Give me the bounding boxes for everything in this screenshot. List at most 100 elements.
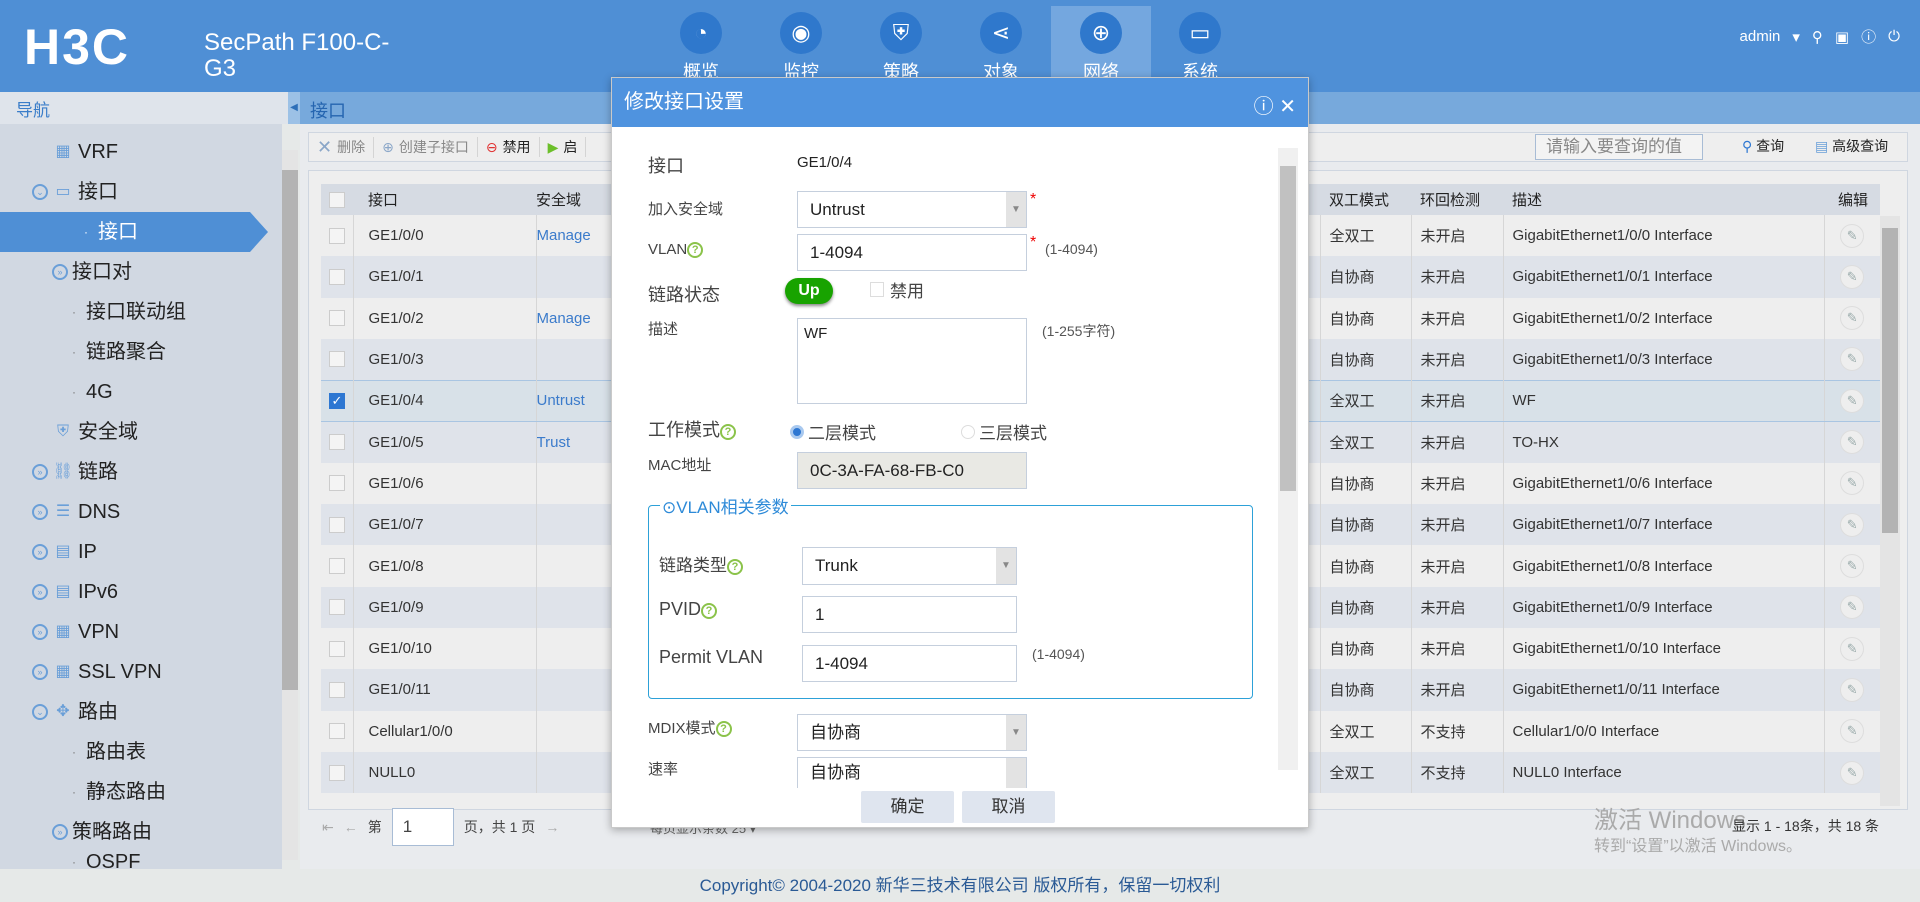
edit-icon[interactable]: ✎ bbox=[1840, 636, 1865, 661]
edit-icon[interactable]: ✎ bbox=[1840, 471, 1865, 496]
edit-icon[interactable]: ✎ bbox=[1840, 595, 1865, 620]
description-textarea[interactable]: WF bbox=[797, 318, 1027, 404]
permit-vlan-input[interactable]: 1-4094 bbox=[802, 645, 1017, 682]
col-interface[interactable]: 接口 bbox=[353, 184, 536, 215]
pvid-input[interactable]: 1 bbox=[802, 596, 1017, 633]
edit-icon[interactable]: ✎ bbox=[1840, 677, 1865, 702]
row-checkbox[interactable] bbox=[321, 669, 354, 711]
edit-icon[interactable]: ✎ bbox=[1840, 430, 1865, 455]
table-scroll-thumb[interactable] bbox=[1882, 228, 1898, 533]
dropdown-arrow-icon[interactable]: ▼ bbox=[1006, 715, 1026, 750]
disable-button[interactable]: ⊖ 禁用 bbox=[478, 137, 540, 157]
cell-interface: GE1/0/11 bbox=[353, 669, 537, 711]
sidebar-item[interactable]: » ☰ DNS bbox=[32, 492, 120, 532]
edit-icon[interactable]: ✎ bbox=[1840, 719, 1865, 744]
row-checkbox[interactable] bbox=[321, 627, 354, 670]
sidebar-item[interactable]: » 策略路由 bbox=[52, 812, 152, 852]
row-checkbox[interactable] bbox=[321, 421, 354, 463]
next-page-icon[interactable]: → bbox=[545, 819, 559, 835]
row-checkbox[interactable] bbox=[321, 338, 354, 381]
user-menu[interactable]: admin bbox=[1740, 28, 1781, 45]
zone-select[interactable]: Untrust ▼ bbox=[797, 191, 1027, 228]
edit-icon[interactable]: ✎ bbox=[1840, 223, 1865, 248]
row-checkbox[interactable] bbox=[321, 462, 354, 505]
edit-icon[interactable]: ✎ bbox=[1840, 554, 1865, 579]
help-icon[interactable]: ? bbox=[727, 559, 743, 575]
col-duplex[interactable]: 双工模式 bbox=[1320, 184, 1411, 215]
create-subinterface-button[interactable]: ⊕ 创建子接口 bbox=[374, 137, 478, 157]
cancel-button[interactable]: 取消 bbox=[962, 791, 1055, 823]
collapse-sidebar-icon[interactable]: ◀ bbox=[288, 92, 300, 124]
disable-checkbox[interactable]: 禁用 bbox=[870, 277, 924, 302]
row-checkbox[interactable] bbox=[321, 215, 354, 257]
sidebar-scroll-thumb[interactable] bbox=[282, 170, 298, 690]
sidebar-item[interactable]: » ▤ IPv6 bbox=[32, 572, 118, 612]
query-button[interactable]: ⚲ 查询 bbox=[1742, 136, 1784, 156]
help-icon[interactable]: ? bbox=[720, 424, 736, 440]
edit-icon[interactable]: ✎ bbox=[1840, 760, 1865, 785]
logout-icon[interactable]: ⏻ bbox=[1888, 28, 1900, 45]
sidebar-item[interactable]: ⛨ 安全域 bbox=[52, 412, 138, 452]
page-input[interactable]: 1 bbox=[391, 808, 454, 846]
sidebar-item[interactable]: » ▦ VPN bbox=[32, 612, 119, 652]
cell-description: GigabitEthernet1/0/7 Interface bbox=[1503, 504, 1825, 546]
sidebar-item[interactable]: · 接口联动组 bbox=[72, 292, 186, 332]
radio-layer3[interactable]: 三层模式 bbox=[961, 419, 1047, 444]
sidebar-item[interactable]: ▦ VRF bbox=[52, 132, 118, 172]
speed-select[interactable]: 自协商 bbox=[797, 757, 1027, 788]
ok-button[interactable]: 确定 bbox=[861, 791, 954, 823]
sidebar-item[interactable]: » ▦ SSL VPN bbox=[32, 652, 162, 692]
vlan-input[interactable]: 1-4094 bbox=[797, 234, 1027, 271]
sidebar-item[interactable]: · 静态路由 bbox=[72, 772, 166, 812]
help-icon[interactable]: ? bbox=[687, 242, 704, 258]
first-page-icon[interactable]: ⇤ bbox=[322, 819, 334, 836]
edit-icon[interactable]: ✎ bbox=[1840, 347, 1865, 372]
row-checkbox[interactable] bbox=[321, 297, 354, 339]
dropdown-arrow-icon[interactable] bbox=[1006, 758, 1026, 788]
search-icon[interactable]: ⚲ bbox=[1812, 28, 1823, 46]
row-checkbox[interactable] bbox=[321, 710, 354, 752]
row-checkbox[interactable] bbox=[321, 504, 354, 546]
row-checkbox[interactable] bbox=[321, 751, 354, 794]
sidebar-item[interactable]: · 链路聚合 bbox=[72, 332, 166, 372]
mdix-select[interactable]: 自协商 ▼ bbox=[797, 714, 1027, 751]
sidebar-item[interactable]: · 路由表 bbox=[72, 732, 146, 772]
caret-down-icon[interactable]: ▾ bbox=[1792, 28, 1800, 46]
globe-icon: ⊕ bbox=[1080, 12, 1122, 54]
search-input[interactable]: 请输入要查询的值 bbox=[1535, 134, 1703, 160]
row-checkbox[interactable] bbox=[321, 256, 354, 298]
help-icon[interactable]: ? bbox=[715, 721, 732, 737]
help-icon[interactable]: ⓘ bbox=[1254, 96, 1274, 118]
row-checkbox[interactable] bbox=[321, 586, 354, 628]
edit-icon[interactable]: ✎ bbox=[1840, 264, 1865, 289]
sidebar-item[interactable]: · 接口 bbox=[0, 212, 268, 252]
sidebar-item[interactable]: » 接口对 bbox=[52, 252, 132, 292]
sidebar-item[interactable]: » ⛓ 链路 bbox=[32, 452, 118, 492]
help-icon[interactable]: ⓘ bbox=[1861, 26, 1876, 47]
sidebar-item[interactable]: » ▤ IP bbox=[32, 532, 97, 572]
sidebar-item[interactable]: ⌄ ▭ 接口 bbox=[32, 172, 118, 212]
help-icon[interactable]: ? bbox=[701, 603, 718, 619]
dropdown-arrow-icon[interactable]: ▼ bbox=[1006, 192, 1026, 227]
sidebar-item[interactable]: ⌄ ✥ 路由 bbox=[32, 692, 118, 732]
link-type-select[interactable]: Trunk ▼ bbox=[802, 547, 1017, 585]
dropdown-arrow-icon[interactable]: ▼ bbox=[996, 548, 1016, 584]
edit-icon[interactable]: ✎ bbox=[1840, 306, 1865, 331]
dialog-scroll-thumb[interactable] bbox=[1280, 166, 1296, 491]
enable-button[interactable]: ▶ 启 bbox=[540, 137, 587, 157]
edit-icon[interactable]: ✎ bbox=[1840, 512, 1865, 537]
col-description[interactable]: 描述 bbox=[1503, 184, 1824, 215]
select-all-checkbox[interactable] bbox=[321, 184, 353, 215]
edit-icon[interactable]: ✎ bbox=[1840, 388, 1865, 413]
vlan-section-toggle[interactable]: ⊙VLAN相关参数 bbox=[660, 493, 791, 518]
save-icon[interactable]: ▣ bbox=[1835, 28, 1849, 46]
close-icon[interactable]: ✕ bbox=[1279, 96, 1296, 118]
delete-button[interactable]: ✕ 删除 bbox=[309, 136, 375, 158]
row-checkbox[interactable]: ✓ bbox=[321, 379, 354, 422]
prev-page-icon[interactable]: ← bbox=[344, 819, 358, 835]
sidebar-item[interactable]: · 4G bbox=[72, 372, 113, 412]
row-checkbox[interactable] bbox=[321, 545, 354, 587]
col-loopback[interactable]: 环回检测 bbox=[1411, 184, 1503, 215]
advanced-query-button[interactable]: ▤ 高级查询 bbox=[1815, 136, 1888, 156]
radio-layer2[interactable]: 二层模式 bbox=[790, 419, 876, 444]
